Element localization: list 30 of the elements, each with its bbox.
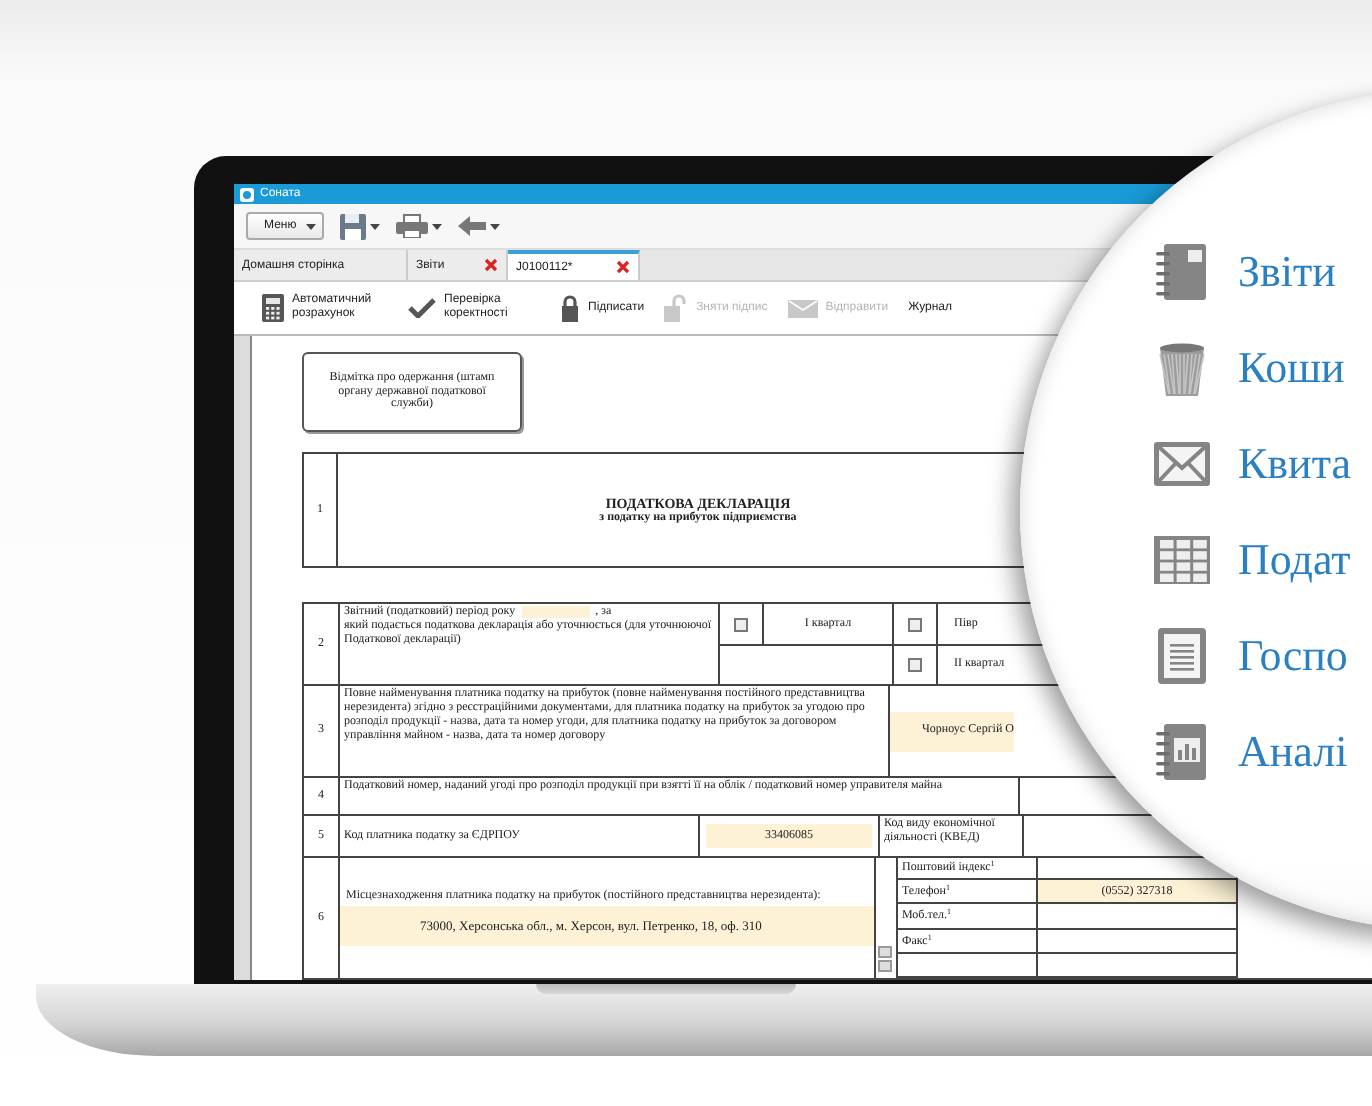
close-icon[interactable] xyxy=(616,260,630,274)
envelope-icon xyxy=(787,299,818,317)
menu-item[interactable]: Квита xyxy=(1238,438,1351,490)
year-field[interactable] xyxy=(521,606,590,619)
back-button[interactable] xyxy=(458,216,501,236)
calculator-icon xyxy=(262,294,284,322)
save-button[interactable] xyxy=(340,213,381,239)
document-icon xyxy=(1152,626,1212,686)
caret-icon xyxy=(370,223,381,229)
caret-icon xyxy=(490,223,501,229)
caret-icon xyxy=(306,223,317,229)
close-icon[interactable] xyxy=(484,258,498,272)
menu-item[interactable]: Госпо xyxy=(1238,630,1348,682)
menu-item[interactable]: Коши xyxy=(1238,342,1345,394)
chart-notebook-icon xyxy=(1152,722,1212,782)
notebook-icon xyxy=(1152,242,1212,302)
checkmark-icon xyxy=(408,298,436,318)
unlocked-lock-icon xyxy=(664,294,689,322)
left-arrow-icon xyxy=(458,216,487,236)
table-grid-icon xyxy=(1152,530,1212,590)
lock-icon xyxy=(560,294,580,322)
menu-item[interactable]: Аналі xyxy=(1238,726,1348,778)
print-button[interactable] xyxy=(396,214,443,238)
printer-icon xyxy=(396,214,429,238)
menu-item[interactable]: Подат xyxy=(1238,534,1351,586)
menu-item[interactable]: Звіти xyxy=(1238,246,1336,298)
checkbox[interactable] xyxy=(908,658,922,672)
caret-icon xyxy=(432,223,443,229)
checkbox[interactable] xyxy=(908,617,922,631)
checkbox[interactable] xyxy=(734,617,748,631)
